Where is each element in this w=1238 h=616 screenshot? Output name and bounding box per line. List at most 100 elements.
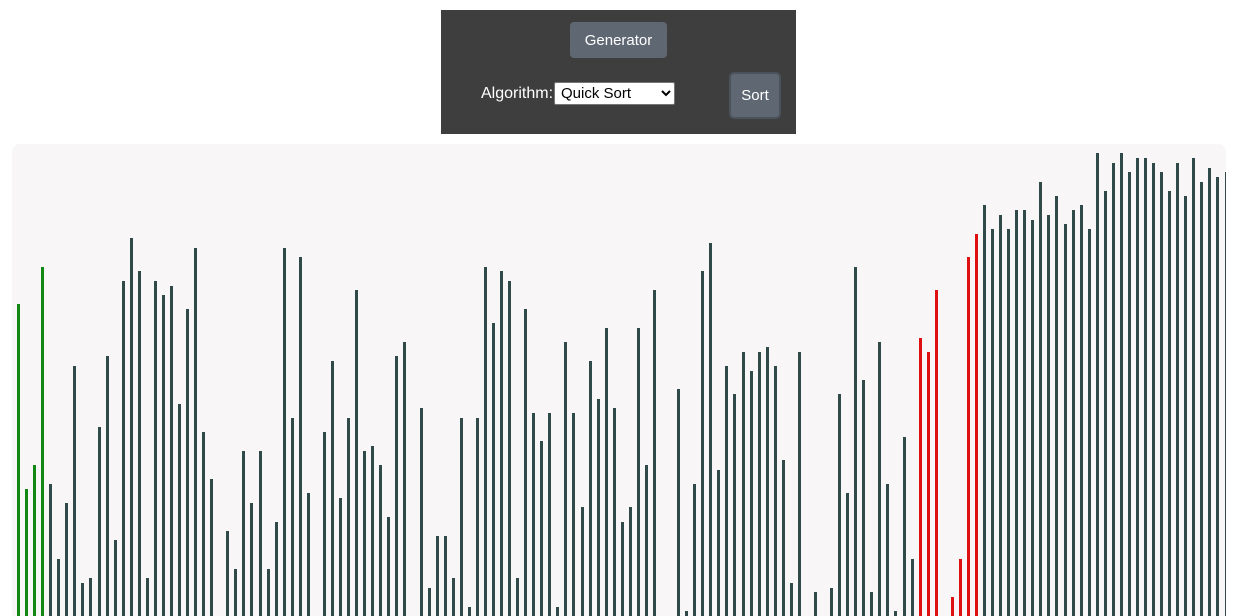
array-bar [347,418,350,616]
array-bar [951,597,954,616]
array-bar [492,323,495,616]
array-bar [733,394,736,616]
array-bar [1216,177,1219,616]
bars-panel [12,144,1226,616]
array-bar [1096,153,1099,616]
array-bar [355,290,358,616]
array-bar [130,238,133,616]
array-bar [605,328,608,616]
array-bar [774,366,777,616]
array-bar [758,352,761,616]
array-bar [693,484,696,616]
array-bar [927,352,930,616]
array-bar [98,427,101,616]
array-bar [387,517,390,616]
array-bar [1144,158,1147,616]
array-bar [291,418,294,616]
array-bar [1031,220,1034,616]
array-bar [363,451,366,616]
array-bar [395,356,398,616]
array-bar [524,309,527,616]
array-bar [1136,158,1139,616]
array-bar [685,611,688,616]
array-bar [178,404,181,616]
array-bar [613,408,616,616]
array-bar [1007,229,1010,616]
array-bar [1120,153,1123,616]
array-bar [371,446,374,616]
array-bar [1104,191,1107,616]
array-bar [637,328,640,616]
array-bar [508,281,511,616]
array-bar [452,578,455,616]
array-bar [1039,182,1042,616]
array-bar [548,413,551,616]
array-bar [1160,172,1163,616]
array-bar [838,394,841,616]
array-bar [967,257,970,616]
array-bar [903,437,906,616]
array-bar [106,356,109,616]
array-bar [49,484,52,616]
array-bar [750,371,753,616]
array-bar [1225,172,1226,616]
sort-button[interactable]: Sort [729,72,781,119]
array-bar [275,522,278,616]
array-bar [862,380,865,616]
array-bar [556,607,559,616]
array-bar [983,205,986,616]
array-bar [267,569,270,616]
array-bar [540,441,543,616]
array-bar [25,489,28,616]
array-bar [1088,229,1091,616]
array-bar [1047,215,1050,616]
array-bar [500,271,503,616]
array-bar [959,559,962,616]
array-bar [307,493,310,616]
array-bar [259,451,262,616]
array-bar [725,366,728,616]
array-bar [1208,168,1211,616]
array-bar [114,540,117,616]
array-bar [202,432,205,616]
array-bar [331,361,334,616]
array-bar [484,267,487,616]
array-bar [597,399,600,616]
array-bar [1055,196,1058,616]
array-bar [339,498,342,616]
generator-button[interactable]: Generator [570,22,667,58]
array-bar [516,578,519,616]
array-bar [621,522,624,616]
array-bar [782,460,785,616]
array-bar [677,389,680,616]
array-bar [89,578,92,616]
array-bar [476,418,479,616]
array-bar [532,413,535,616]
control-panel: Generator Algorithm: Quick Sort Sort [441,10,796,134]
algorithm-select[interactable]: Quick Sort [554,82,675,105]
array-bar [146,578,149,616]
array-bar [379,465,382,616]
array-bar [742,352,745,616]
array-bar [798,352,801,616]
array-bar [17,304,20,616]
array-bar [1184,196,1187,616]
array-bar [323,432,326,616]
array-bar [283,248,286,616]
array-bar [1128,172,1131,616]
array-bar [846,493,849,616]
array-bar [73,366,76,616]
array-bar [1080,205,1083,616]
array-bar [1192,158,1195,616]
array-bar [653,290,656,616]
array-bar [138,271,141,616]
array-bar [572,413,575,616]
array-bar [242,451,245,616]
array-bar [629,507,632,616]
array-bar [870,592,873,616]
array-bar [33,465,36,616]
array-bar [460,418,463,616]
array-bar [564,342,567,616]
array-bar [1023,210,1026,616]
array-bar [999,215,1002,616]
